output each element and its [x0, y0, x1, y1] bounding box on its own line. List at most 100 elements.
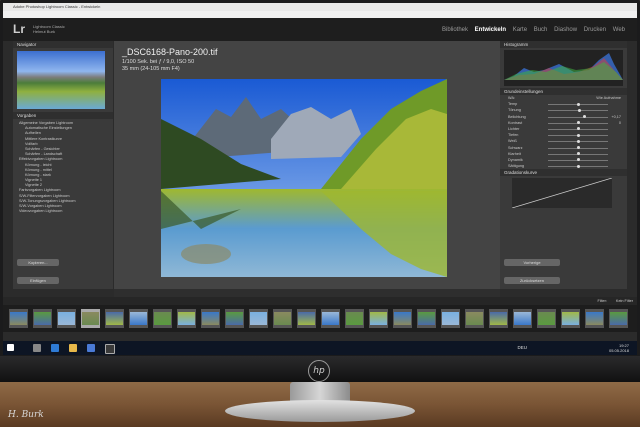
filmstrip-thumbnail[interactable]: [57, 309, 76, 328]
thumbnail-image: [394, 312, 411, 325]
module-bibliothek[interactable]: Bibliothek: [442, 27, 468, 33]
navigator-header[interactable]: Navigator: [13, 41, 113, 48]
filmstrip-thumbnail[interactable]: [9, 309, 28, 328]
slider-knob[interactable]: [582, 115, 586, 119]
filmstrip-thumbnail[interactable]: [105, 309, 124, 328]
filmstrip-thumbnail[interactable]: [33, 309, 52, 328]
presets-header[interactable]: Vorgaben: [13, 112, 113, 119]
module-diashow[interactable]: Diashow: [554, 27, 577, 33]
slider-knob[interactable]: [576, 102, 580, 106]
filmstrip-thumbnail[interactable]: [465, 309, 484, 328]
histogram[interactable]: [504, 50, 623, 86]
thumbnail-image: [34, 312, 51, 325]
filmstrip-thumbnail[interactable]: [81, 309, 100, 328]
preset-item[interactable]: Videovorgaben Lightroom: [13, 209, 113, 214]
thumbnail-image: [226, 312, 243, 325]
filmstrip-thumbnail[interactable]: [201, 309, 220, 328]
filmstrip-thumbnail[interactable]: [537, 309, 556, 328]
photo-landscape: [161, 79, 447, 277]
slider-knob[interactable]: [576, 164, 580, 168]
filmstrip-thumbnail[interactable]: [369, 309, 388, 328]
filmstrip-thumbnail[interactable]: [441, 309, 460, 328]
task-view-icon[interactable]: [33, 344, 41, 352]
slider-label: Klarheit: [508, 151, 521, 156]
thumbnail-image: [586, 312, 603, 325]
slider-knob[interactable]: [576, 133, 580, 137]
module-buch[interactable]: Buch: [534, 27, 548, 33]
filmstrip-thumbnail[interactable]: [561, 309, 580, 328]
thumbnail-image: [154, 312, 171, 325]
module-web[interactable]: Web: [613, 27, 625, 33]
window-titlebar: Adobe Photoshop Lightroom Classic - Entw…: [3, 3, 637, 11]
paste-button[interactable]: Einfügen: [17, 277, 59, 284]
presets-list: Allgemeine Vorgaben Lightroom Automatisch…: [13, 121, 113, 214]
slider-knob[interactable]: [576, 121, 580, 125]
image-view: _DSC6168-Pano-200.tif 1/100 Sek. bei ƒ /…: [114, 41, 500, 289]
navigator-preview[interactable]: [17, 51, 105, 109]
filmstrip-thumbnail[interactable]: [249, 309, 268, 328]
filmstrip-thumbnail[interactable]: [513, 309, 532, 328]
slider-label: Sättigung: [508, 164, 525, 169]
previous-button[interactable]: Vorherige: [504, 259, 560, 266]
filmstrip-thumbnail[interactable]: [129, 309, 148, 328]
copy-button[interactable]: Kopieren...: [17, 259, 59, 266]
module-karte[interactable]: Karte: [513, 27, 527, 33]
photographer-signature: H. Burk: [8, 410, 44, 420]
filmstrip-thumbnail[interactable]: [585, 309, 604, 328]
folder-icon[interactable]: [69, 344, 77, 352]
filmstrip-thumbnail[interactable]: [153, 309, 172, 328]
app-icon[interactable]: [87, 344, 95, 352]
lightroom-taskbar-icon[interactable]: [105, 344, 115, 354]
slider-knob[interactable]: [576, 152, 580, 156]
tone-curve[interactable]: [511, 177, 613, 209]
module-entwickeln[interactable]: Entwickeln: [475, 27, 506, 33]
filmstrip-thumbnail[interactable]: [297, 309, 316, 328]
thumbnail-image: [322, 312, 339, 325]
slider-track[interactable]: [548, 116, 608, 118]
slider-label: Temp: [508, 102, 518, 107]
thumbnail-image: [538, 312, 555, 325]
filmstrip-thumbnail[interactable]: [417, 309, 436, 328]
language-indicator[interactable]: DEU: [517, 345, 527, 350]
filter-select[interactable]: Kein Filter: [616, 297, 633, 305]
slider-knob[interactable]: [576, 139, 580, 143]
right-panel-buttons: Vorherige Zurücksetzen: [504, 251, 624, 287]
left-panel-buttons: Kopieren... Einfügen: [17, 251, 109, 287]
windows-start-icon[interactable]: [7, 344, 14, 351]
left-panel: Navigator Vorgaben Allgemeine Vorgaben L…: [13, 41, 113, 289]
filmstrip-thumbnail[interactable]: [225, 309, 244, 328]
tone-curve-header[interactable]: Gradationskurve: [500, 169, 627, 177]
thumbnail-image: [10, 312, 27, 325]
mountain-lake-photo[interactable]: [161, 79, 447, 277]
filmstrip-thumbnail[interactable]: [609, 309, 628, 328]
monitor-stand-base: [225, 400, 415, 422]
slider-knob[interactable]: [576, 127, 580, 131]
filmstrip-thumbnail[interactable]: [393, 309, 412, 328]
filmstrip-thumbnail[interactable]: [489, 309, 508, 328]
tone-curve-graph: [511, 177, 613, 209]
right-panel: Histogramm Grundeinstellungen WA: Wie Au…: [500, 41, 627, 289]
thumbnail-image: [370, 312, 387, 325]
slider-label: Weiß: [508, 139, 517, 144]
filmstrip-thumbnail[interactable]: [177, 309, 196, 328]
taskbar-clock[interactable]: 19:27 05.05.2018: [609, 343, 629, 353]
reset-button[interactable]: Zurücksetzen: [504, 277, 560, 284]
slider-knob[interactable]: [576, 146, 580, 149]
histogram-header[interactable]: Histogramm: [500, 41, 627, 48]
thumbnail-image: [442, 312, 459, 325]
image-filename: _DSC6168-Pano-200.tif: [122, 47, 218, 57]
slider-row[interactable]: Sättigung: [500, 163, 627, 169]
slider-knob[interactable]: [576, 158, 580, 162]
module-drucken[interactable]: Drucken: [584, 27, 606, 33]
thumbnail-image: [490, 312, 507, 325]
browser-icon[interactable]: [51, 344, 59, 352]
filmstrip-thumbnail[interactable]: [345, 309, 364, 328]
thumbnail-image: [298, 312, 315, 325]
basic-header[interactable]: Grundeinstellungen: [500, 88, 627, 95]
thumbnail-image: [346, 312, 363, 325]
histogram-graph: [504, 53, 623, 80]
filmstrip-thumbnail[interactable]: [273, 309, 292, 328]
filmstrip-thumbnail[interactable]: [321, 309, 340, 328]
slider-knob[interactable]: [577, 108, 581, 112]
monitor-bezel: Adobe Photoshop Lightroom Classic - Entw…: [0, 0, 640, 382]
